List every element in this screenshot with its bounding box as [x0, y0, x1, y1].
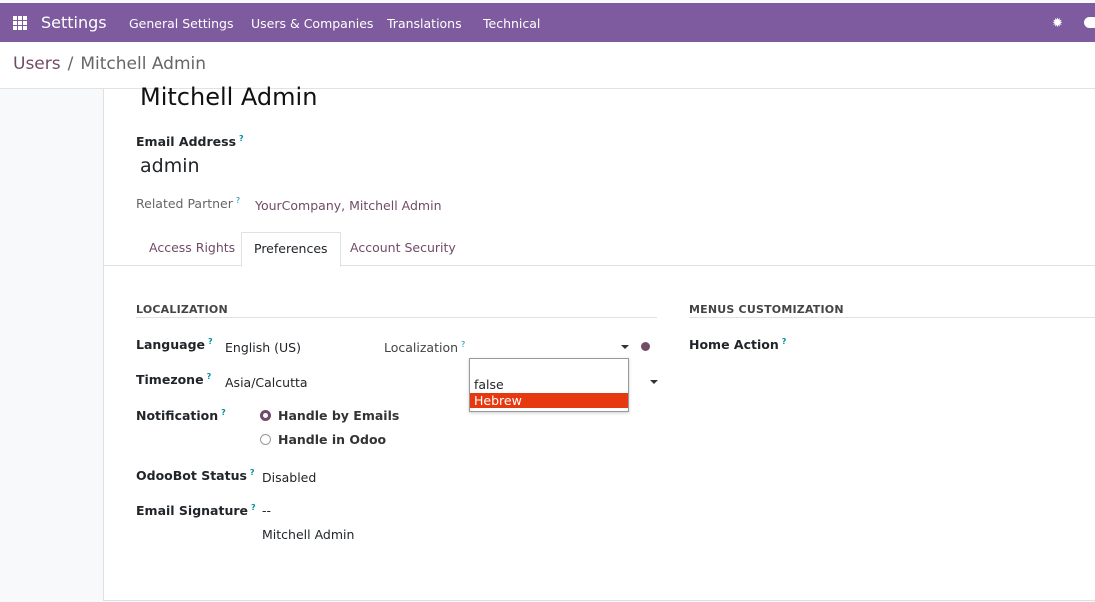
apps-menu-icon[interactable] — [13, 16, 27, 30]
form-sheet: Mitchell Admin Email Address? admin Rela… — [103, 83, 1095, 601]
radio-handle-in-odoo[interactable] — [260, 434, 271, 445]
help-icon[interactable]: ? — [239, 134, 244, 143]
help-icon[interactable]: ? — [236, 196, 240, 205]
related-partner-link[interactable]: YourCompany, Mitchell Admin — [255, 198, 442, 213]
dropdown-option-empty[interactable] — [470, 362, 628, 377]
help-icon[interactable]: ? — [221, 408, 226, 417]
help-icon[interactable]: ? — [782, 337, 787, 346]
notebook-tabs: Access Rights Preferences Account Securi… — [104, 232, 1095, 267]
language-select[interactable]: English (US) — [225, 340, 301, 355]
odoobot-status[interactable]: Disabled — [262, 470, 316, 485]
help-icon[interactable]: ? — [207, 372, 212, 381]
timezone-label: Timezone? — [136, 372, 212, 388]
tab-preferences[interactable]: Preferences — [241, 232, 341, 267]
localization-dropdown[interactable]: false Hebrew — [469, 358, 629, 412]
timezone-select[interactable]: Asia/Calcutta — [225, 375, 308, 390]
menu-translations[interactable]: Translations — [387, 16, 462, 31]
menu-technical[interactable]: Technical — [483, 16, 540, 31]
radio-handle-by-emails[interactable] — [260, 410, 271, 421]
signature-line-2[interactable]: Mitchell Admin — [262, 527, 354, 542]
menu-users-companies[interactable]: Users & Companies — [251, 16, 373, 31]
help-icon[interactable]: ? — [461, 340, 465, 349]
home-action-label: Home Action? — [689, 337, 787, 353]
breadcrumb-users-link[interactable]: Users — [13, 54, 61, 74]
email-label: Email Address? — [136, 134, 244, 150]
breadcrumb-current: Mitchell Admin — [80, 54, 207, 74]
tab-account-security[interactable]: Account Security — [350, 232, 456, 264]
app-title[interactable]: Settings — [41, 13, 107, 32]
menu-general-settings[interactable]: General Settings — [129, 16, 234, 31]
user-name[interactable]: Mitchell Admin — [140, 83, 317, 111]
signature-label: Email Signature? — [136, 503, 256, 519]
localization-section-title: LOCALIZATION — [136, 303, 228, 316]
language-label: Language? — [136, 337, 213, 353]
top-navbar: Settings General Settings Users & Compan… — [0, 3, 1095, 42]
control-panel: Users / Mitchell Admin — [0, 42, 1095, 89]
email-field[interactable]: admin — [140, 155, 200, 177]
dropdown-option-hebrew[interactable]: Hebrew — [470, 393, 628, 408]
menus-section-title: MENUS CUSTOMIZATION — [689, 303, 844, 316]
chevron-down-icon[interactable] — [650, 380, 658, 384]
localization-divider — [136, 317, 657, 318]
help-icon[interactable]: ? — [250, 468, 255, 477]
notification-label: Notification? — [136, 408, 226, 424]
signature-line-1[interactable]: -- — [262, 503, 271, 518]
odoobot-label: OdooBot Status? — [136, 468, 255, 484]
menus-divider — [689, 317, 1095, 318]
localization-label: Localization? — [384, 340, 466, 356]
chevron-down-icon[interactable] — [621, 345, 629, 349]
tab-access-rights[interactable]: Access Rights — [149, 232, 235, 264]
breadcrumb-separator: / — [67, 54, 74, 74]
help-icon[interactable]: ? — [251, 503, 256, 512]
dropdown-option-false[interactable]: false — [470, 377, 628, 392]
breadcrumb: Users / Mitchell Admin — [13, 54, 206, 74]
radio-label-odoo[interactable]: Handle in Odoo — [278, 432, 386, 447]
chat-icon[interactable] — [1084, 17, 1095, 28]
related-partner-label: Related Partner? — [136, 196, 241, 212]
radio-label-emails[interactable]: Handle by Emails — [278, 408, 399, 423]
help-icon[interactable]: ? — [208, 337, 213, 346]
globe-icon[interactable] — [641, 342, 650, 351]
bug-icon[interactable]: ✹ — [1052, 16, 1063, 31]
